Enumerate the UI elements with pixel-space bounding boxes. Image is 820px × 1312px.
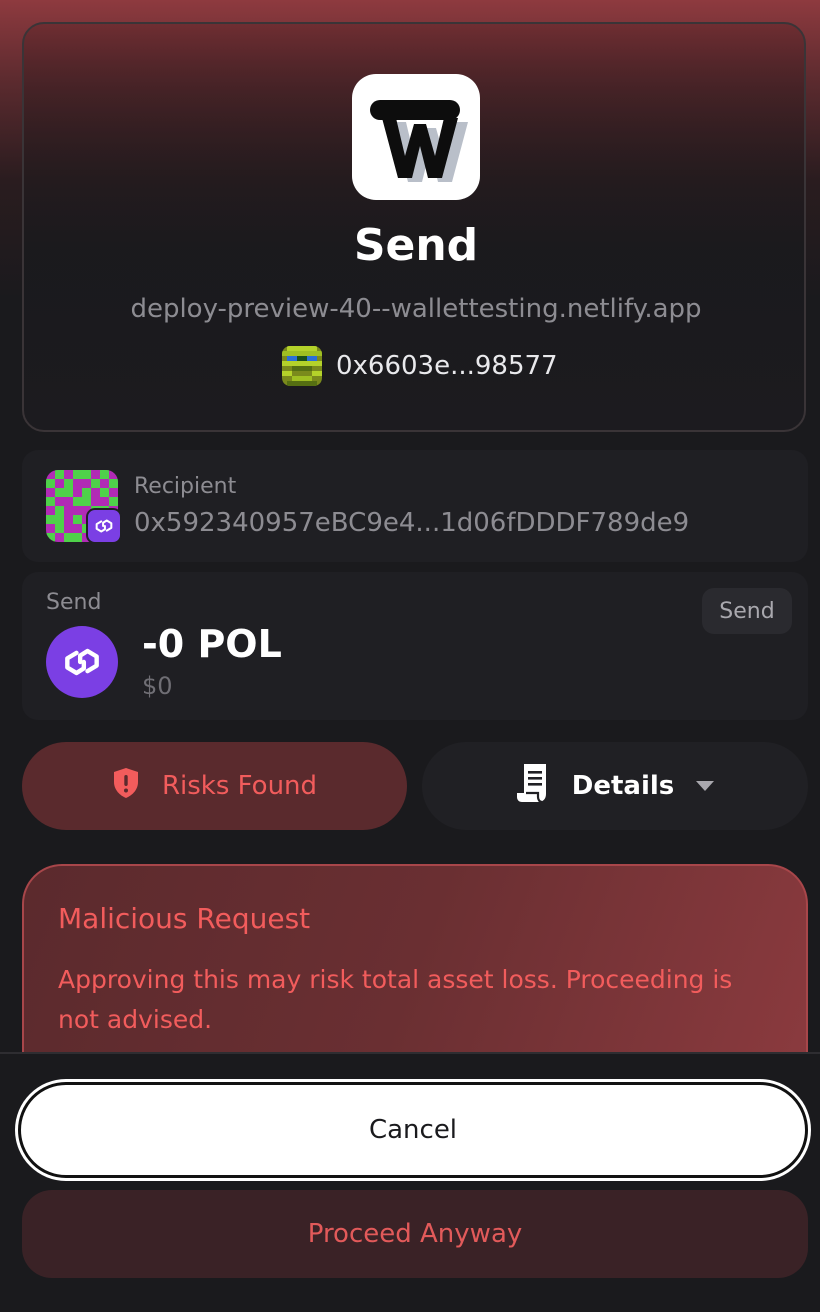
shield-alert-icon [112,767,140,806]
footer-divider [0,1052,820,1054]
transaction-type-badge: Send [702,588,792,634]
risks-found-button[interactable]: Risks Found [22,742,407,830]
dapp-info-card: Send deploy-preview-40--wallettesting.ne… [22,22,806,432]
cancel-button[interactable]: Cancel [18,1082,808,1178]
chevron-down-icon [696,781,715,791]
proceed-anyway-button[interactable]: Proceed Anyway [22,1190,808,1278]
alert-message: Approving this may risk total asset loss… [58,965,733,1034]
polygon-icon [46,626,118,698]
recipient-card: Recipient 0x592340957eBC9e4...1d06fDDDF7… [22,450,808,562]
account-row: 0x6603e...98577 [282,346,558,386]
polygon-icon [86,508,122,544]
fiat-value: $0 [142,672,173,700]
account-address: 0x6603e...98577 [336,351,558,381]
page-title: Send [353,220,479,271]
send-amount-card: Send Send -0 POL $0 [22,572,808,720]
wallet-app-logo-icon [352,74,480,200]
dapp-origin-url: deploy-preview-40--wallettesting.netlify… [130,294,702,324]
receipt-icon [516,762,554,811]
recipient-address[interactable]: 0x592340957eBC9e4...1d06fDDDF789de9 [134,508,689,538]
account-avatar [282,346,322,386]
details-button[interactable]: Details [422,742,808,830]
risks-found-label: Risks Found [161,771,318,801]
recipient-label: Recipient [134,474,237,499]
send-label: Send [46,590,102,615]
malicious-request-alert: Malicious Request Approving this may ris… [22,864,808,1054]
alert-title: Malicious Request [58,902,311,935]
details-label: Details [571,771,675,801]
token-amount: -0 POL [142,622,282,666]
